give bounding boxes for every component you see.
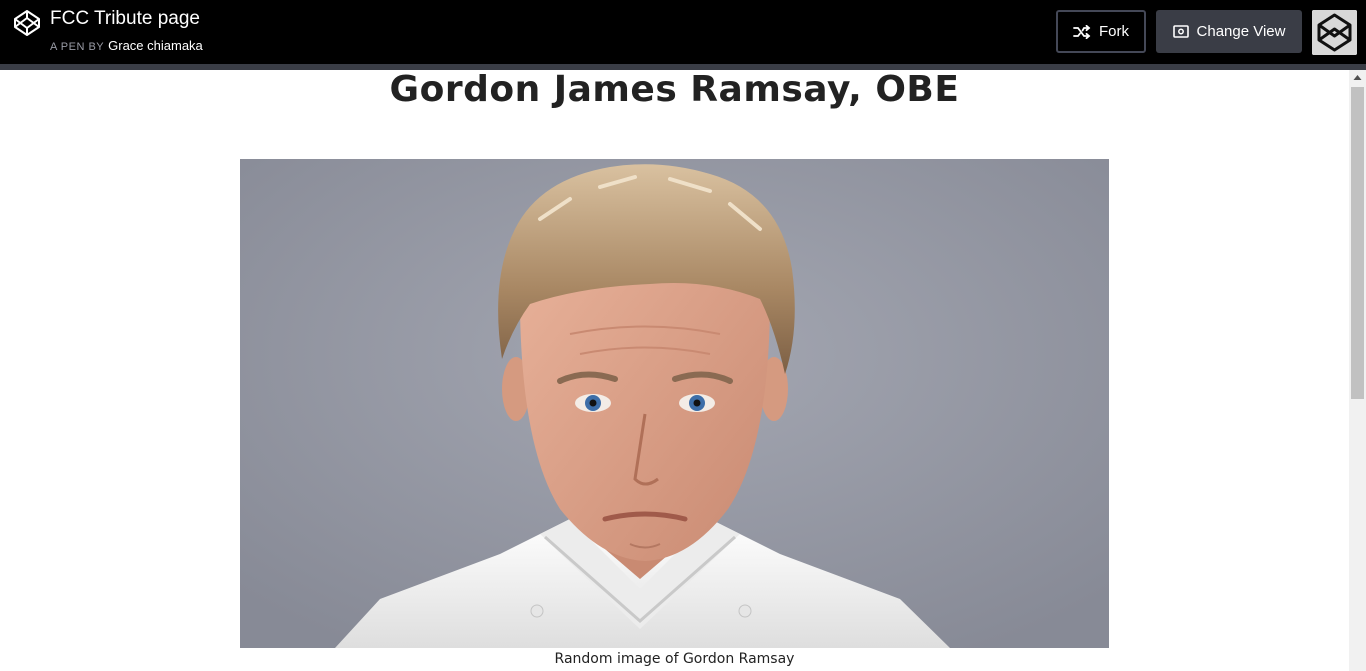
portrait-illustration	[240, 159, 1109, 648]
gordon-ramsay-photo	[240, 159, 1109, 648]
vertical-scrollbar[interactable]	[1349, 70, 1366, 671]
layout-view-icon	[1172, 25, 1189, 38]
page-title: Gordon James Ramsay, OBE	[389, 69, 960, 110]
default-avatar-icon	[1312, 10, 1357, 55]
pen-author-line: A PEN BY Grace chiamaka	[50, 38, 203, 53]
fork-icon	[1073, 24, 1091, 39]
change-view-button[interactable]: Change View	[1156, 10, 1302, 53]
scroll-up-arrow-icon[interactable]	[1349, 70, 1366, 87]
change-view-label: Change View	[1196, 23, 1286, 40]
pen-title: FCC Tribute page	[50, 8, 200, 29]
author-link[interactable]: Grace chiamaka	[108, 38, 203, 53]
codepen-logo-icon[interactable]	[13, 9, 41, 37]
fork-label: Fork	[1099, 23, 1129, 40]
image-caption: Random image of Gordon Ramsay	[554, 651, 795, 667]
fork-button[interactable]: Fork	[1056, 10, 1146, 53]
codepen-header: FCC Tribute page A PEN BY Grace chiamaka …	[0, 0, 1366, 64]
pen-by-label: A PEN BY	[50, 41, 105, 53]
scrollbar-thumb[interactable]	[1351, 87, 1364, 399]
user-avatar[interactable]	[1312, 10, 1357, 55]
